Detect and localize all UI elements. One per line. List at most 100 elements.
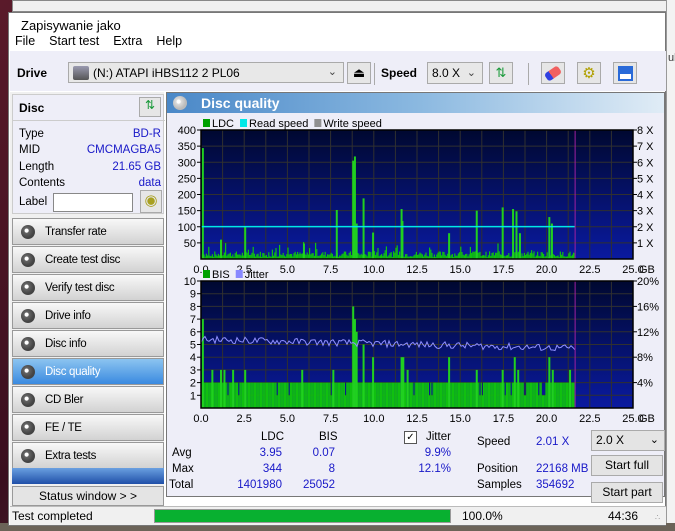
bis-bar (417, 382, 419, 408)
bis-bar (438, 382, 440, 408)
start-full-button[interactable]: Start full (591, 455, 663, 476)
ldc-bar (311, 253, 313, 259)
nav-verify-test-disc[interactable]: Verify test disc (12, 274, 164, 301)
refresh-button[interactable]: ⇅ (489, 62, 513, 84)
bis-bar (295, 382, 297, 408)
nav-fe-te[interactable]: FE / TE (12, 414, 164, 441)
menu-extra[interactable]: Extra (113, 34, 142, 48)
bis-bar (262, 382, 264, 408)
bis-bar (496, 382, 498, 408)
eject-button[interactable]: ⏏ (347, 62, 371, 84)
bis-bar (563, 382, 565, 408)
menu-bar: File Start test Extra Help (15, 34, 182, 48)
bis-bar (342, 382, 344, 408)
ldc-bar (491, 252, 493, 259)
bis-bar (275, 382, 277, 408)
nav-disc-info[interactable]: Disc info (12, 330, 164, 357)
y-tick-label: 5 (190, 340, 196, 352)
drive-select[interactable]: (N:) ATAPI iHBS112 2 PL06 ⌄ (68, 62, 344, 83)
status-window-button[interactable]: Status window > > (12, 486, 164, 506)
bis-bar (456, 382, 458, 408)
bis-bar (535, 382, 537, 408)
bis-bar (327, 382, 329, 408)
menu-help[interactable]: Help (156, 34, 182, 48)
ldc-bar (532, 253, 534, 259)
bis-bar (523, 395, 525, 408)
bis-bar (505, 382, 507, 408)
nav-cd-bler[interactable]: CD Bler (12, 386, 164, 413)
nav-transfer-rate[interactable]: Transfer rate (12, 218, 164, 245)
disc-refresh-button[interactable]: ⇅ (139, 97, 161, 117)
bis-bar (539, 382, 541, 408)
bis-bar (527, 382, 529, 408)
bis-bar (480, 382, 482, 408)
ldc-bar (241, 252, 243, 259)
bis-bar (444, 382, 446, 408)
bis-spike (551, 369, 554, 408)
resize-grip[interactable]: ∴ (655, 513, 660, 522)
save-button[interactable] (613, 62, 637, 84)
y-tick-label: 2 (190, 378, 196, 390)
bis-bar (487, 382, 489, 408)
bis-bar (412, 382, 414, 408)
floppy-save-icon (617, 65, 633, 81)
y-tick-label: 50 (184, 238, 196, 250)
gears-icon: ⚙ (582, 65, 596, 82)
ldc-bar (223, 252, 225, 259)
label-disc-button[interactable]: ◉ (140, 190, 162, 213)
bis-bar (375, 382, 377, 408)
ldc-bar (568, 253, 570, 259)
ldc-bar (514, 252, 516, 259)
speed-select[interactable]: 8.0 X ⌄ (427, 62, 483, 84)
stats-table: LDC BIS ✓ Jitter Avg 3.95 0.07 9.9% Max … (167, 430, 665, 503)
bis-bar (237, 382, 239, 408)
erase-button[interactable] (541, 62, 565, 84)
bis-spike (513, 357, 516, 408)
ldc-bar (489, 251, 491, 259)
bis-bar (376, 382, 378, 408)
bis-bar (459, 382, 461, 408)
bis-bar (383, 382, 385, 408)
label-input[interactable] (53, 193, 133, 212)
nav-extra-tests[interactable]: Extra tests (12, 442, 164, 469)
legend-swatch-jitter (235, 270, 243, 278)
elapsed-time: 44:36 (608, 509, 639, 523)
ldc-bar (287, 247, 289, 259)
bis-spike (355, 331, 358, 408)
bis-bar (424, 382, 426, 408)
disc-row-length: Length 21.65 GB (19, 161, 161, 173)
ldc-bar (247, 249, 249, 259)
ldc-bar (294, 251, 296, 259)
settings-button[interactable]: ⚙ (577, 62, 601, 84)
nav-disc-quality[interactable]: Disc quality (12, 358, 164, 385)
start-part-button[interactable]: Start part (591, 482, 663, 503)
legend-label: Jitter (245, 269, 269, 281)
disc-row-contents: Contents data (19, 177, 161, 189)
menu-start-test[interactable]: Start test (49, 34, 99, 48)
bis-bar (455, 382, 457, 408)
bis-bar (437, 382, 439, 408)
bis-bar (315, 382, 317, 408)
bis-bar (414, 382, 416, 408)
bis-bar (279, 382, 281, 408)
bis-bar (312, 382, 314, 408)
test-speed-select[interactable]: 2.0 X ⌄ (591, 430, 665, 451)
bis-bar (427, 382, 429, 408)
disc-row-mid: MID CMCMAGBA5 (19, 144, 161, 156)
bis-bar (299, 382, 301, 408)
y2-tick-label: 12% (637, 327, 659, 339)
menu-file[interactable]: File (15, 34, 35, 48)
jitter-checkbox[interactable]: ✓ (404, 431, 417, 444)
bis-bar (474, 382, 476, 408)
bis-bar (468, 382, 470, 408)
bis-bar (226, 382, 228, 408)
ldc-bar (360, 253, 362, 259)
nav-create-test-disc[interactable]: Create test disc (12, 246, 164, 273)
bis-bar (467, 382, 469, 408)
bis-bar (382, 382, 384, 408)
bis-bar (261, 382, 263, 408)
y-tick-label: 250 (178, 173, 196, 185)
bis-bar (293, 382, 295, 408)
toolbar-divider (528, 63, 529, 85)
nav-drive-info[interactable]: Drive info (12, 302, 164, 329)
